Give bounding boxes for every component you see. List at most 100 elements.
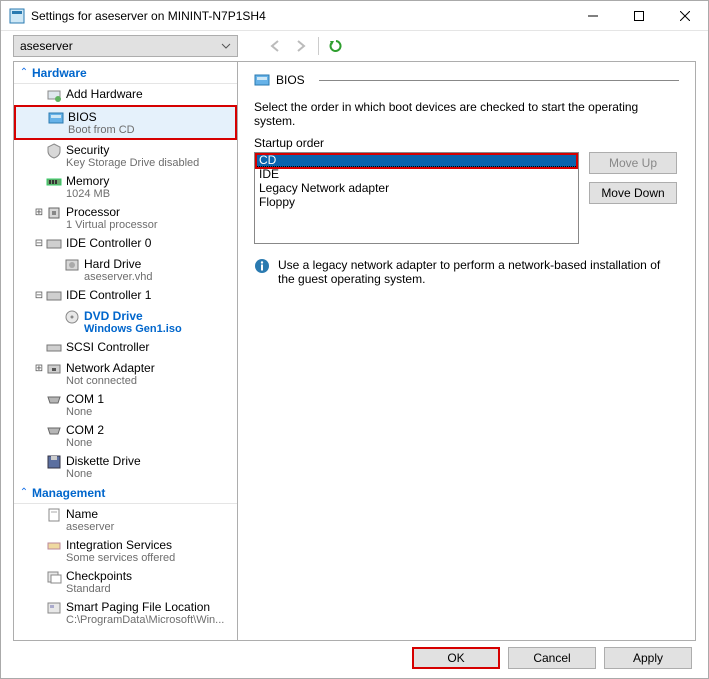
move-down-button[interactable]: Move Down (589, 182, 677, 204)
apply-button[interactable]: Apply (604, 647, 692, 669)
startup-option[interactable]: IDE (255, 167, 578, 181)
tree-com2[interactable]: COM 2 None (14, 420, 237, 451)
ok-button[interactable]: OK (412, 647, 500, 669)
tree-item-sub: Windows Gen1.iso (84, 323, 182, 335)
divider (319, 80, 679, 81)
tree-item-label: Processor (66, 205, 158, 219)
dialog-footer: OK Cancel Apply (1, 638, 708, 678)
cancel-button[interactable]: Cancel (508, 647, 596, 669)
checkpoints-icon (46, 569, 62, 585)
startup-option[interactable]: CD (255, 153, 578, 167)
tree-item-sub: None (66, 468, 141, 480)
tree-scsi[interactable]: SCSI Controller (14, 337, 237, 358)
tree-item-label: IDE Controller 0 (66, 236, 151, 250)
tree-item-label: Diskette Drive (66, 454, 141, 468)
tree-com1[interactable]: COM 1 None (14, 389, 237, 420)
tree-item-label: Name (66, 507, 114, 521)
tree-item-sub: Some services offered (66, 552, 175, 564)
tree-item-sub: aseserver (66, 521, 114, 533)
info-callout: Use a legacy network adapter to perform … (254, 258, 679, 286)
tree-item-sub: Key Storage Drive disabled (66, 157, 199, 169)
startup-option[interactable]: Floppy (255, 195, 578, 209)
settings-tree: ⌃ Hardware Add Hardware BIOS Boot from C… (13, 61, 238, 641)
expand-icon[interactable]: ⊞ (32, 205, 46, 218)
tree-item-label: Hard Drive (84, 257, 152, 271)
tree-item-sub: Boot from CD (68, 124, 135, 136)
tree-memory[interactable]: Memory 1024 MB (14, 171, 237, 202)
chevron-down-icon (221, 43, 231, 49)
controller-icon (46, 236, 62, 252)
tree-network-adapter[interactable]: ⊞ Network Adapter Not connected (14, 358, 237, 389)
tree-hard-drive[interactable]: Hard Drive aseserver.vhd (14, 254, 237, 285)
tree-scroll[interactable]: ⌃ Hardware Add Hardware BIOS Boot from C… (14, 62, 237, 640)
tree-item-label: SCSI Controller (66, 340, 149, 354)
toolbar: aseserver (1, 31, 708, 61)
tree-item-sub: C:\ProgramData\Microsoft\Win... (66, 614, 224, 626)
titlebar: Settings for aseserver on MININT-N7P1SH4 (1, 1, 708, 31)
hard-drive-icon (64, 257, 80, 273)
dvd-icon (64, 309, 80, 325)
section-hardware-label: Hardware (32, 66, 87, 80)
refresh-button[interactable] (327, 37, 345, 55)
tree-item-label: Network Adapter (66, 361, 155, 375)
tree-item-label: COM 2 (66, 423, 104, 437)
vm-selector[interactable]: aseserver (13, 35, 238, 57)
tree-checkpoints[interactable]: Checkpoints Standard (14, 566, 237, 597)
tree-item-label: IDE Controller 1 (66, 288, 151, 302)
close-button[interactable] (662, 1, 708, 31)
info-icon (254, 258, 270, 274)
collapse-icon: ⌃ (18, 67, 30, 78)
startup-order-listbox[interactable]: CD IDE Legacy Network adapter Floppy (254, 152, 579, 244)
tree-item-sub: None (66, 437, 104, 449)
tree-name[interactable]: Name aseserver (14, 504, 237, 535)
window-title: Settings for aseserver on MININT-N7P1SH4 (31, 9, 570, 23)
scsi-icon (46, 340, 62, 356)
tree-item-sub: aseserver.vhd (84, 271, 152, 283)
section-management[interactable]: ⌃ Management (14, 482, 237, 504)
tree-item-sub: 1 Virtual processor (66, 219, 158, 231)
section-hardware[interactable]: ⌃ Hardware (14, 62, 237, 84)
tree-item-label: Memory (66, 174, 110, 188)
tree-processor[interactable]: ⊞ Processor 1 Virtual processor (14, 202, 237, 233)
tree-ide0[interactable]: ⊟ IDE Controller 0 (14, 233, 237, 254)
com-port-icon (46, 392, 62, 408)
tree-item-sub: Not connected (66, 375, 155, 387)
controller-icon (46, 288, 62, 304)
tree-item-label: Security (66, 143, 199, 157)
startup-order-label: Startup order (254, 136, 679, 150)
tree-dvd-drive[interactable]: DVD Drive Windows Gen1.iso (14, 306, 237, 337)
collapse-icon: ⌃ (18, 487, 30, 498)
tree-item-label: Add Hardware (66, 87, 143, 101)
main-split: ⌃ Hardware Add Hardware BIOS Boot from C… (1, 61, 708, 641)
tree-item-label: Checkpoints (66, 569, 132, 583)
tree-diskette[interactable]: Diskette Drive None (14, 451, 237, 482)
nav-back-button[interactable] (266, 37, 284, 55)
panel-header: BIOS (254, 72, 679, 88)
startup-option[interactable]: Legacy Network adapter (255, 181, 578, 195)
info-text: Use a legacy network adapter to perform … (278, 258, 679, 286)
tree-item-label: DVD Drive (84, 309, 182, 323)
bios-panel-icon (254, 72, 270, 88)
tree-paging[interactable]: Smart Paging File Location C:\ProgramDat… (14, 597, 237, 628)
move-up-button[interactable]: Move Up (589, 152, 677, 174)
memory-icon (46, 174, 62, 190)
maximize-button[interactable] (616, 1, 662, 31)
nav-forward-button[interactable] (292, 37, 310, 55)
tree-item-label: COM 1 (66, 392, 104, 406)
settings-app-icon (9, 8, 25, 24)
tree-security[interactable]: Security Key Storage Drive disabled (14, 140, 237, 171)
collapse-icon[interactable]: ⊟ (32, 236, 46, 249)
tree-item-label: BIOS (68, 110, 135, 124)
collapse-icon[interactable]: ⊟ (32, 288, 46, 301)
tree-item-label: Smart Paging File Location (66, 600, 224, 614)
tree-ide1[interactable]: ⊟ IDE Controller 1 (14, 285, 237, 306)
tree-bios[interactable]: BIOS Boot from CD (14, 105, 237, 140)
name-icon (46, 507, 62, 523)
tree-add-hardware[interactable]: Add Hardware (14, 84, 237, 105)
tree-integration[interactable]: Integration Services Some services offer… (14, 535, 237, 566)
expand-icon[interactable]: ⊞ (32, 361, 46, 374)
tree-item-sub: 1024 MB (66, 188, 110, 200)
minimize-button[interactable] (570, 1, 616, 31)
network-icon (46, 361, 62, 377)
add-hardware-icon (46, 87, 62, 103)
